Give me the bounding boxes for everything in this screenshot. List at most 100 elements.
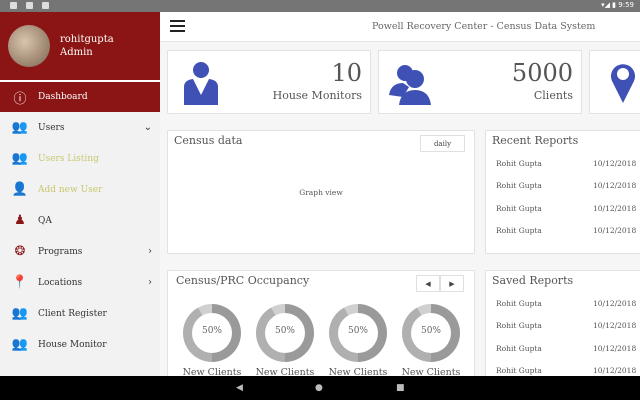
- chevron-right-icon: ›: [148, 277, 152, 288]
- sidebar-item-client-register[interactable]: 👥 Client Register: [0, 298, 160, 329]
- occupancy-card: Census/PRC Occupancy ◀ ▶ 50% 50% 50% 50%…: [167, 270, 475, 376]
- list-item[interactable]: Rohit Gupta 10/12/2018: [496, 321, 640, 330]
- stat-label: House Monitors: [272, 89, 362, 102]
- sidebar-item-label: Programs: [38, 246, 83, 257]
- period-dropdown[interactable]: daily: [420, 135, 465, 152]
- saved-reports-card: Saved Reports Rohit Gupta 10/12/2018 Rohi…: [485, 270, 640, 376]
- report-date: 10/12/2018: [593, 204, 637, 213]
- sidebar-item-qa[interactable]: ♟ QA: [0, 205, 160, 236]
- donut-label: New Clients: [328, 367, 388, 376]
- donut-label: New Clients: [255, 367, 315, 376]
- stat-card-clients[interactable]: 5000 Clients: [378, 50, 582, 114]
- system-nav-bar: ◀ ● ■: [0, 376, 640, 400]
- sidebar-item-label: Client Register: [38, 308, 107, 319]
- username: rohitgupta: [60, 34, 114, 45]
- sidebar-item-label: House Monitor: [38, 339, 107, 350]
- occupancy-donut: 50%: [329, 304, 387, 362]
- dashboard-icon: ⓘ: [13, 91, 27, 107]
- sidebar-item-label: Add new User: [38, 184, 103, 195]
- avatar[interactable]: [8, 25, 50, 67]
- chevron-down-icon: ⌄: [143, 122, 152, 133]
- card-title: Census/PRC Occupancy: [176, 274, 310, 287]
- report-date: 10/12/2018: [593, 226, 637, 235]
- sidebar-item-label: Users Listing: [38, 153, 99, 164]
- occupancy-donut: 50%: [183, 304, 241, 362]
- card-title: Saved Reports: [492, 274, 574, 287]
- report-name: Rohit Gupta: [496, 299, 542, 308]
- census-data-card: Census data daily Graph view: [167, 130, 475, 254]
- donut-percent: 50%: [420, 326, 441, 336]
- occupancy-donut: 50%: [402, 304, 460, 362]
- card-title: Census data: [174, 134, 243, 147]
- report-name: Rohit Gupta: [496, 321, 542, 330]
- report-date: 10/12/2018: [593, 159, 637, 168]
- sidebar-item-add-new-user[interactable]: 👤 Add new User: [0, 174, 160, 205]
- top-bar: Powell Recovery Center - Census Data Sys…: [160, 12, 640, 42]
- report-date: 10/12/2018: [593, 181, 637, 190]
- stat-card-locations[interactable]: [589, 50, 640, 114]
- sidebar-item-locations[interactable]: 📍 Locations ›: [0, 267, 160, 298]
- sidebar-item-house-monitor[interactable]: 👥 House Monitor: [0, 329, 160, 360]
- clock: 9:59: [618, 1, 634, 9]
- stat-value: 5000: [511, 59, 573, 87]
- prev-button[interactable]: ◀: [416, 275, 440, 292]
- sidebar: rohitgupta Admin ⓘ Dashboard 👥 Users ⌄ 👥 Use…: [0, 12, 160, 376]
- sidebar-item-users[interactable]: 👥 Users ⌄: [0, 112, 160, 143]
- report-date: 10/12/2018: [593, 344, 637, 353]
- donut-label: New Clients: [182, 367, 242, 376]
- list-item[interactable]: Rohit Gupta 10/12/2018: [496, 181, 640, 190]
- notification-icon: [10, 2, 17, 9]
- house-monitor-icon: [184, 62, 218, 105]
- list-item[interactable]: Rohit Gupta 10/12/2018: [496, 204, 640, 213]
- sidebar-item-label: QA: [38, 215, 52, 226]
- client-register-icon: 👥: [11, 306, 29, 321]
- stat-value: 10: [331, 59, 362, 87]
- report-date: 10/12/2018: [593, 299, 637, 308]
- status-bar: ▾◢ ▮ 9:59: [0, 0, 640, 12]
- donut-percent: 50%: [347, 326, 368, 336]
- list-item[interactable]: Rohit Gupta 10/12/2018: [496, 226, 640, 235]
- report-name: Rohit Gupta: [496, 344, 542, 353]
- report-date: 10/12/2018: [593, 321, 637, 330]
- sidebar-item-dashboard[interactable]: ⓘ Dashboard: [0, 82, 160, 112]
- list-item[interactable]: Rohit Gupta 10/12/2018: [496, 159, 640, 168]
- add-user-icon: 👤: [11, 182, 29, 197]
- report-name: Rohit Gupta: [496, 204, 542, 213]
- sidebar-item-programs[interactable]: ❂ Programs ›: [0, 236, 160, 267]
- card-title: Recent Reports: [492, 134, 579, 147]
- recents-icon[interactable]: ■: [396, 383, 405, 393]
- qa-icon: ♟: [14, 213, 26, 228]
- sidebar-item-label: Users: [38, 122, 65, 133]
- page-title: Powell Recovery Center - Census Data Sys…: [372, 21, 596, 32]
- report-name: Rohit Gupta: [496, 159, 542, 168]
- graph-placeholder: Graph view: [299, 188, 343, 197]
- donut-label: New Clients: [401, 367, 461, 376]
- report-name: Rohit Gupta: [496, 226, 542, 235]
- profile-header: rohitgupta Admin: [0, 12, 160, 82]
- main-content: Powell Recovery Center - Census Data Sys…: [160, 12, 640, 376]
- wifi-icon: ▾◢ ▮: [601, 1, 619, 9]
- location-icon: [611, 64, 635, 103]
- report-date: 10/12/2018: [593, 366, 637, 375]
- users-listing-icon: 👥: [11, 151, 29, 166]
- report-name: Rohit Gupta: [496, 181, 542, 190]
- next-button[interactable]: ▶: [440, 275, 464, 292]
- stat-card-house-monitors[interactable]: 10 House Monitors: [167, 50, 371, 114]
- home-icon[interactable]: ●: [315, 383, 323, 393]
- notification-icon: [26, 2, 33, 9]
- location-icon: 📍: [11, 275, 29, 290]
- users-icon: 👥: [11, 120, 29, 135]
- donut-percent: 50%: [274, 326, 295, 336]
- donut-percent: 50%: [201, 326, 222, 336]
- notification-icon: [42, 2, 49, 9]
- menu-icon[interactable]: [170, 20, 185, 32]
- list-item[interactable]: Rohit Gupta 10/12/2018: [496, 299, 640, 308]
- list-item[interactable]: Rohit Gupta 10/12/2018: [496, 366, 640, 375]
- sidebar-item-label: Dashboard: [38, 92, 88, 102]
- recent-reports-card: Recent Reports Rohit Gupta 10/12/2018 Roh…: [485, 130, 640, 254]
- report-name: Rohit Gupta: [496, 366, 542, 375]
- back-icon[interactable]: ◀: [236, 383, 243, 393]
- sidebar-item-users-listing[interactable]: 👥 Users Listing: [0, 143, 160, 174]
- list-item[interactable]: Rohit Gupta 10/12/2018: [496, 344, 640, 353]
- clients-icon: [389, 65, 431, 105]
